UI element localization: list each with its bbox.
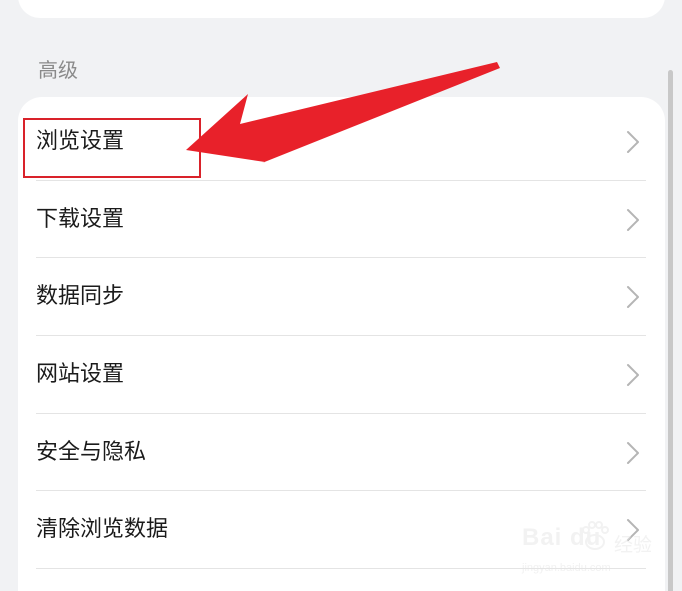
annotation-highlight-box <box>23 118 201 178</box>
settings-screen: 高级 浏览设置 下载设置 数据同步 网站设置 安全与隐私 清除浏览数据 Bai … <box>0 0 682 591</box>
settings-item-data-sync[interactable]: 数据同步 <box>18 258 665 335</box>
baidu-paw-icon <box>582 521 609 550</box>
settings-item-label: 安全与隐私 <box>36 440 147 465</box>
watermark-url: jingyan.baidu.com <box>522 562 611 574</box>
previous-section-card <box>18 0 665 18</box>
settings-item-site-settings[interactable]: 网站设置 <box>18 336 665 413</box>
chevron-right-icon <box>627 131 639 153</box>
scrollbar[interactable] <box>668 70 673 591</box>
settings-item-label: 清除浏览数据 <box>36 517 169 542</box>
settings-item-security-privacy[interactable]: 安全与隐私 <box>18 414 665 491</box>
baidu-watermark: Bai du 经验 jingyan.baidu.com <box>520 520 670 586</box>
settings-item-download-settings[interactable]: 下载设置 <box>18 181 665 258</box>
watermark-jingyan: 经验 <box>614 534 653 556</box>
settings-item-label: 网站设置 <box>36 362 125 387</box>
chevron-right-icon <box>627 364 639 386</box>
chevron-right-icon <box>627 209 639 231</box>
section-header-advanced: 高级 <box>38 58 78 82</box>
settings-item-label: 数据同步 <box>36 284 125 309</box>
chevron-right-icon <box>627 286 639 308</box>
chevron-right-icon <box>627 442 639 464</box>
settings-item-label: 下载设置 <box>36 207 125 232</box>
